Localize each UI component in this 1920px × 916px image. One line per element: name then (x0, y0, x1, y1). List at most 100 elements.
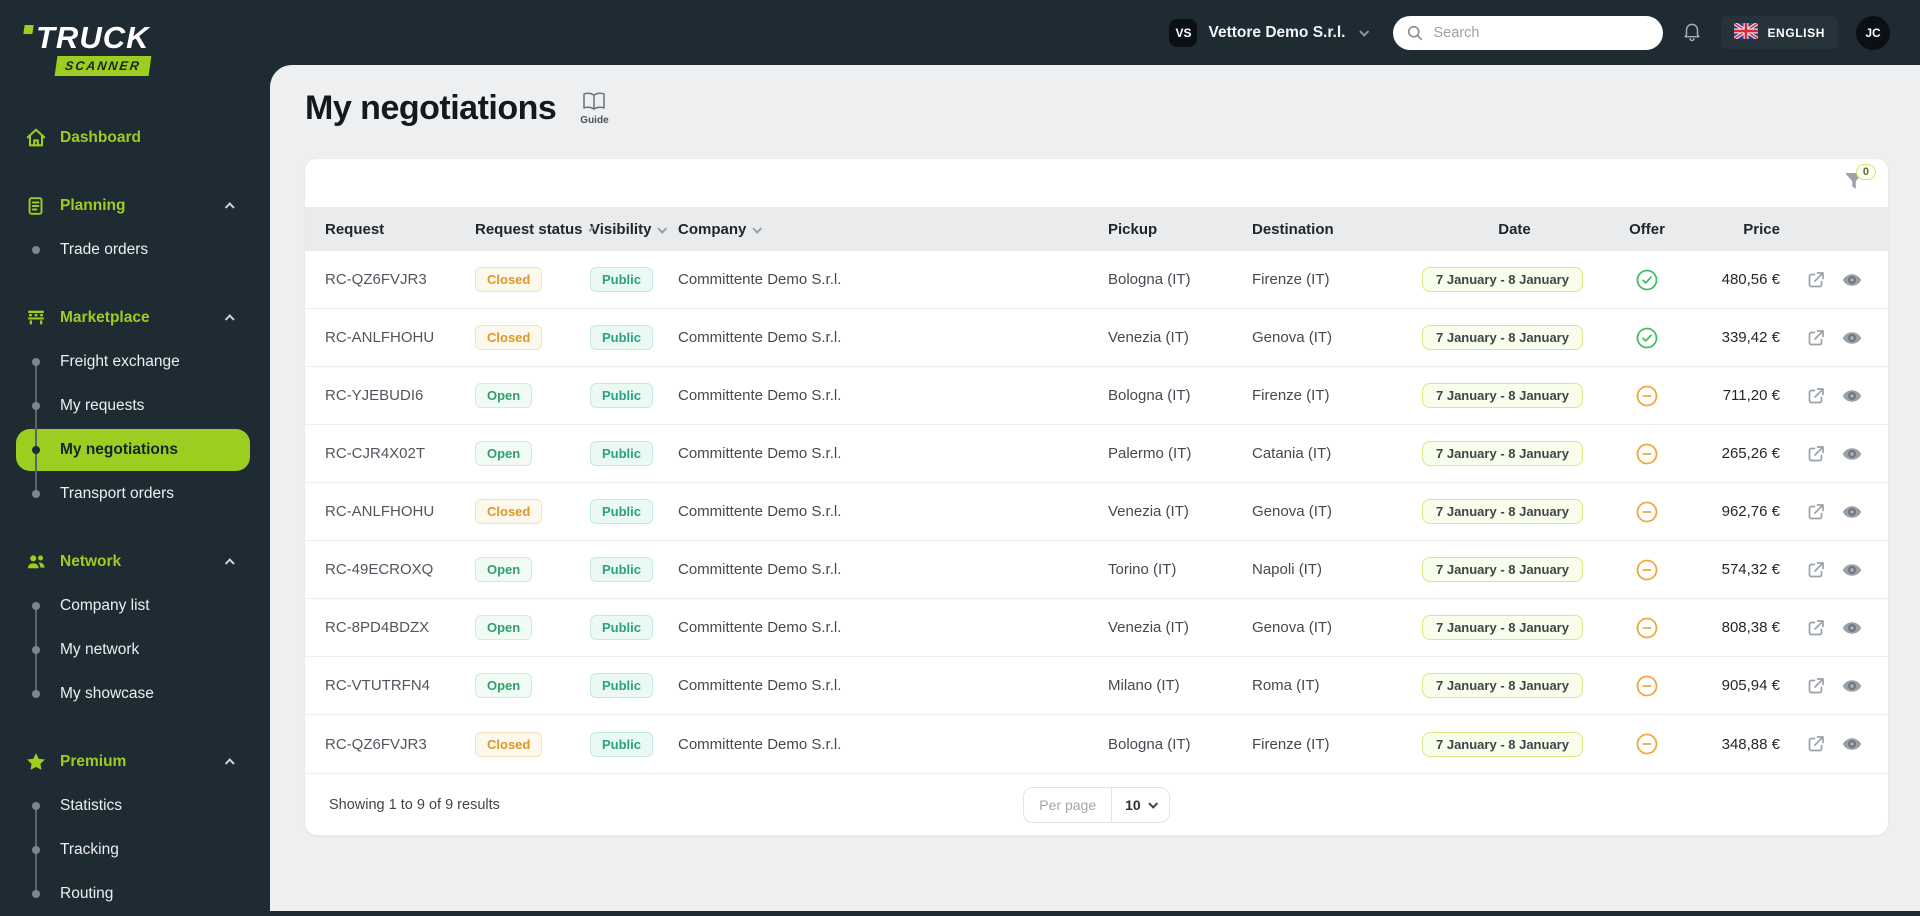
chevron-up-icon (225, 558, 235, 568)
column-header-offer: Offer (1607, 221, 1687, 238)
sidebar-item-company-list[interactable]: Company list (0, 584, 270, 628)
external-link-icon (1806, 386, 1826, 406)
column-header-company[interactable]: Company (678, 221, 1108, 238)
company-name: Committente Demo S.r.l. (678, 329, 1108, 346)
negotiations-card: 0 Request Request status Visibility Comp… (305, 159, 1888, 835)
sidebar-item-my-network[interactable]: My network (0, 628, 270, 672)
view-negotiation-button[interactable] (1841, 617, 1863, 639)
status-badge: Open (475, 615, 532, 640)
request-id: RC-CJR4X02T (325, 445, 475, 462)
status-badge: Open (475, 383, 532, 408)
notifications-button[interactable] (1681, 20, 1703, 45)
column-header-price: Price (1687, 221, 1792, 238)
sidebar-section-network[interactable]: Network (0, 540, 270, 584)
logo-accent-square (23, 25, 33, 34)
row-actions (1792, 501, 1888, 523)
funnel-icon (1844, 178, 1864, 193)
open-negotiation-button[interactable] (1806, 386, 1826, 406)
visibility-badge: Public (590, 615, 653, 640)
nav-group-premium: Premium Statistics Tracking Routing (0, 740, 270, 916)
company-name: Committente Demo S.r.l. (678, 677, 1108, 694)
offer-status (1607, 500, 1687, 524)
open-negotiation-button[interactable] (1806, 734, 1826, 754)
page-title: My negotiations (305, 89, 556, 128)
sidebar-item-dashboard[interactable]: Dashboard (0, 116, 270, 160)
request-id: RC-VTUTRFN4 (325, 677, 475, 694)
status-badge: Closed (475, 499, 542, 524)
view-negotiation-button[interactable] (1841, 501, 1863, 523)
sidebar-section-marketplace[interactable]: Marketplace (0, 296, 270, 340)
request-id: RC-QZ6FVJR3 (325, 736, 475, 753)
search-input[interactable] (1393, 16, 1663, 50)
sidebar-item-trade-orders[interactable]: Trade orders (0, 228, 270, 272)
pickup-city: Milano (IT) (1108, 677, 1252, 694)
pickup-city: Venezia (IT) (1108, 503, 1252, 520)
row-actions (1792, 327, 1888, 349)
sidebar-section-premium[interactable]: Premium (0, 740, 270, 784)
price: 711,20 € (1687, 387, 1792, 404)
eye-icon (1841, 559, 1863, 581)
column-header-request: Request (325, 221, 475, 238)
date-range-badge: 7 January - 8 January (1422, 383, 1583, 408)
sidebar-item-statistics[interactable]: Statistics (0, 784, 270, 828)
table-row: RC-8PD4BDZX Open Public Committente Demo… (305, 599, 1888, 657)
destination-city: Firenze (IT) (1252, 736, 1422, 753)
open-negotiation-button[interactable] (1806, 444, 1826, 464)
price: 348,88 € (1687, 736, 1792, 753)
column-header-label: Company (678, 221, 746, 238)
filter-button[interactable]: 0 (1844, 172, 1864, 193)
company-name: Committente Demo S.r.l. (678, 387, 1108, 404)
visibility-badge: Public (590, 673, 653, 698)
people-icon (25, 551, 47, 573)
dash-circle-icon (1635, 558, 1659, 582)
nav-subitems: Freight exchange My requests My negotiat… (0, 340, 270, 516)
sidebar-item-transport-orders[interactable]: Transport orders (0, 472, 270, 516)
open-negotiation-button[interactable] (1806, 560, 1826, 580)
sidebar-section-label: Planning (60, 197, 125, 215)
view-negotiation-button[interactable] (1841, 269, 1863, 291)
open-negotiation-button[interactable] (1806, 502, 1826, 522)
open-negotiation-button[interactable] (1806, 618, 1826, 638)
table-footer: Showing 1 to 9 of 9 results Per page 10 (305, 773, 1888, 835)
chevron-up-icon (225, 202, 235, 212)
open-negotiation-button[interactable] (1806, 270, 1826, 290)
sidebar-nav: Dashboard Planning Trade orders (0, 116, 270, 916)
chevron-down-icon (658, 223, 668, 233)
sidebar-item-freight-exchange[interactable]: Freight exchange (0, 340, 270, 384)
view-negotiation-button[interactable] (1841, 675, 1863, 697)
sidebar-item-tracking[interactable]: Tracking (0, 828, 270, 872)
dash-circle-icon (1635, 442, 1659, 466)
per-page-select[interactable]: Per page 10 (1023, 787, 1169, 823)
sidebar-item-my-negotiations[interactable]: My negotiations (0, 428, 270, 472)
eye-icon (1841, 617, 1863, 639)
date-range-badge: 7 January - 8 January (1422, 732, 1583, 757)
sidebar-section-planning[interactable]: Planning (0, 184, 270, 228)
external-link-icon (1806, 676, 1826, 696)
language-label: ENGLISH (1767, 26, 1825, 40)
view-negotiation-button[interactable] (1841, 443, 1863, 465)
column-header-pickup: Pickup (1108, 221, 1252, 238)
user-avatar[interactable]: JC (1856, 16, 1890, 50)
open-negotiation-button[interactable] (1806, 328, 1826, 348)
sidebar-item-label: My negotiations (60, 441, 178, 459)
dash-circle-icon (1635, 384, 1659, 408)
open-negotiation-button[interactable] (1806, 676, 1826, 696)
sidebar-item-my-requests[interactable]: My requests (0, 384, 270, 428)
offer-status (1607, 674, 1687, 698)
check-circle-icon (1635, 268, 1659, 292)
external-link-icon (1806, 328, 1826, 348)
sidebar-item-my-showcase[interactable]: My showcase (0, 672, 270, 716)
offer-status (1607, 442, 1687, 466)
organization-switcher[interactable]: VS Vettore Demo S.r.l. (1169, 19, 1367, 47)
column-header-visibility[interactable]: Visibility (590, 221, 678, 238)
view-negotiation-button[interactable] (1841, 385, 1863, 407)
view-negotiation-button[interactable] (1841, 733, 1863, 755)
view-negotiation-button[interactable] (1841, 559, 1863, 581)
guide-button[interactable]: Guide (580, 91, 608, 126)
column-header-request-status[interactable]: Request status (475, 221, 590, 238)
table-header-row: Request Request status Visibility Compan… (305, 207, 1888, 251)
filter-bar: 0 (305, 159, 1888, 207)
view-negotiation-button[interactable] (1841, 327, 1863, 349)
language-selector[interactable]: ENGLISH (1721, 16, 1838, 49)
sidebar-item-routing[interactable]: Routing (0, 872, 270, 916)
